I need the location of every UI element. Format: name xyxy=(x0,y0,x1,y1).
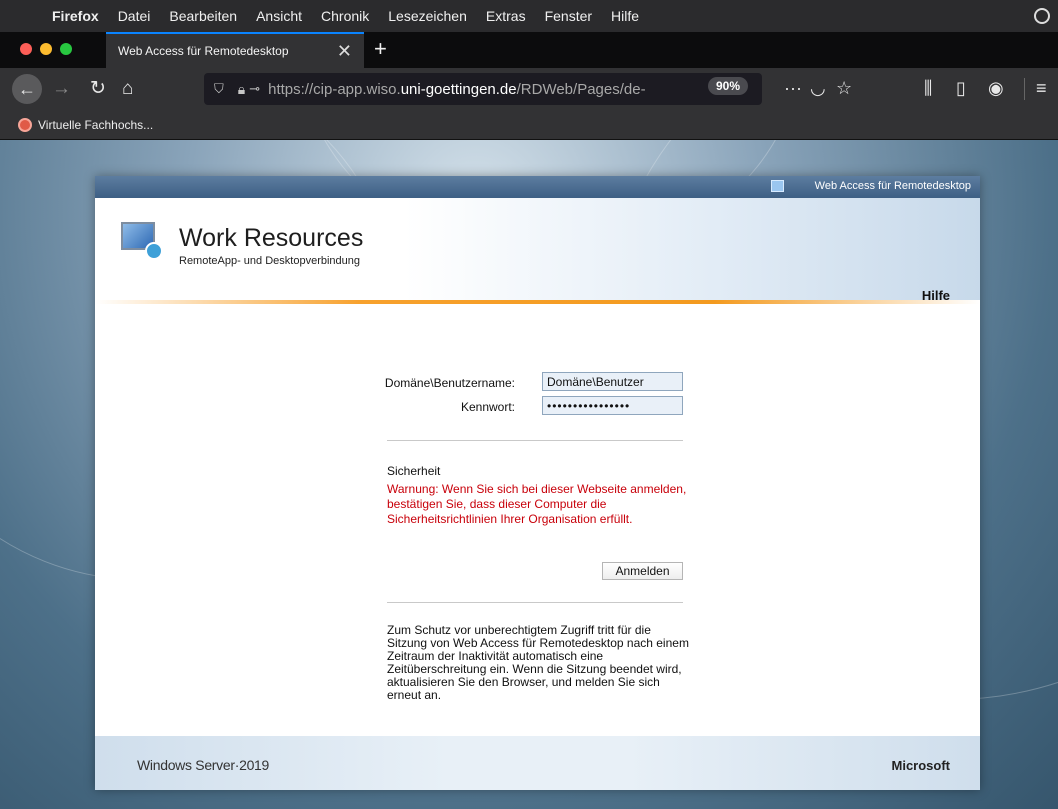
reload-icon[interactable]: ↻ xyxy=(90,76,106,102)
login-button[interactable]: Anmelden xyxy=(602,562,683,580)
bookmark-virtuelle-fachhochschule[interactable]: Virtuelle Fachhochs... xyxy=(38,118,153,132)
url-path: /RDWeb/Pages/de- xyxy=(516,80,646,98)
tracking-shield-icon[interactable]: ⛉ xyxy=(214,81,224,97)
bookmark-favicon-icon xyxy=(18,117,32,132)
menu-firefox[interactable]: Firefox xyxy=(52,8,99,24)
fullscreen-window-button[interactable] xyxy=(60,43,72,55)
menu-hilfe[interactable]: Hilfe xyxy=(611,8,639,24)
card-top-bar: Web Access für Remotedesktop xyxy=(95,176,980,198)
account-icon[interactable]: ◉ xyxy=(988,78,1004,99)
close-window-button[interactable] xyxy=(20,43,32,55)
page-title: Work Resources xyxy=(179,224,364,252)
library-icon[interactable]: ⫼ xyxy=(924,78,932,99)
session-timeout-info: Zum Schutz vor unberechtigtem Zugriff tr… xyxy=(387,623,689,702)
menu-extras[interactable]: Extras xyxy=(486,8,526,24)
microsoft-logo: Microsoft xyxy=(891,758,951,773)
page-viewport: Web Access für Remotedesktop Work Resour… xyxy=(0,140,1058,809)
close-tab-icon[interactable]: ✕ xyxy=(337,41,352,62)
home-icon[interactable]: ⌂ xyxy=(122,76,133,102)
forward-icon[interactable]: → xyxy=(52,76,71,102)
tab-title: Web Access für Remotedesktop xyxy=(118,44,289,58)
menu-lesezeichen[interactable]: Lesezeichen xyxy=(388,8,467,24)
back-icon[interactable]: ← xyxy=(12,74,42,104)
menu-datei[interactable]: Datei xyxy=(118,8,151,24)
card-top-label: Web Access für Remotedesktop xyxy=(814,180,971,192)
menu-chronik[interactable]: Chronik xyxy=(321,8,369,24)
menu-ansicht[interactable]: Ansicht xyxy=(256,8,302,24)
username-field[interactable] xyxy=(542,372,683,391)
menu-bearbeiten[interactable]: Bearbeiten xyxy=(169,8,237,24)
password-field[interactable] xyxy=(542,396,683,415)
url-host: uni-goettingen.de xyxy=(400,80,517,98)
toolbar-divider xyxy=(1024,78,1025,100)
page-subtitle: RemoteApp- und Desktopverbindung xyxy=(179,255,361,267)
macos-menubar: Firefox Datei Bearbeiten Ansicht Chronik… xyxy=(0,0,1058,32)
minimize-window-button[interactable] xyxy=(40,43,52,55)
menu-icon[interactable]: ≡ xyxy=(1036,78,1047,99)
navigation-toolbar: ← → ↻ ⌂ ⛉ 🔒︎ ⊸ https://cip-app.wiso. uni-… xyxy=(0,68,1058,110)
card-header: Work Resources RemoteApp- und Desktopver… xyxy=(95,198,980,303)
tab-web-access[interactable]: Web Access für Remotedesktop ✕ xyxy=(106,32,364,68)
security-heading: Sicherheit xyxy=(387,464,441,478)
password-label: Kennwort: xyxy=(460,400,515,414)
creative-cloud-icon[interactable] xyxy=(1034,8,1050,24)
card-footer: Windows Server·2019 Microsoft xyxy=(95,736,980,790)
bookmark-star-icon[interactable]: ☆ xyxy=(836,78,852,99)
windows-server-logo: Windows Server·2019 xyxy=(137,757,270,773)
bookmarks-bar: Virtuelle Fachhochs... xyxy=(0,110,1058,140)
work-resources-logo-icon xyxy=(121,222,165,260)
divider xyxy=(387,602,683,603)
rd-web-access-card: Web Access für Remotedesktop Work Resour… xyxy=(95,176,980,790)
tab-strip: Web Access für Remotedesktop ✕ + xyxy=(0,32,1058,68)
sidebar-icon[interactable]: ▯ xyxy=(956,78,966,99)
divider xyxy=(387,440,683,441)
key-icon[interactable]: ⊸ xyxy=(249,81,260,97)
new-tab-icon[interactable]: + xyxy=(374,36,387,62)
pocket-icon[interactable]: ◡ xyxy=(810,78,826,99)
menu-fenster[interactable]: Fenster xyxy=(545,8,592,24)
lock-icon[interactable]: 🔒︎ xyxy=(238,81,245,98)
security-warning: Warnung: Wenn Sie sich bei dieser Websei… xyxy=(387,482,687,526)
zoom-indicator[interactable]: 90% xyxy=(708,77,749,95)
page-actions-icon[interactable]: ··· xyxy=(784,78,802,99)
remote-desktop-icon xyxy=(771,180,784,192)
url-bar[interactable]: ⛉ 🔒︎ ⊸ https://cip-app.wiso. uni-goetting… xyxy=(204,73,762,105)
login-form: Domäne\Benutzername: Kennwort: Sicherhei… xyxy=(95,304,980,736)
username-label: Domäne\Benutzername: xyxy=(384,376,515,390)
url-prefix: https://cip-app.wiso. xyxy=(268,80,401,98)
